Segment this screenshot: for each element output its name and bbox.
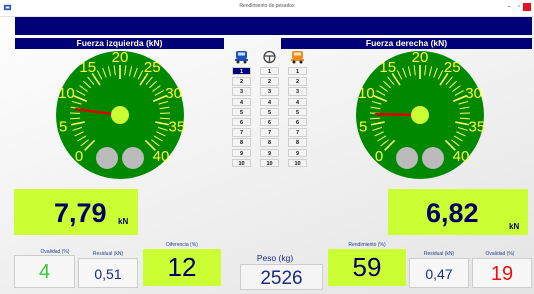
axle-cell-r6-c1[interactable]: 6	[232, 118, 251, 127]
gauge-tick-label: 10	[58, 85, 75, 102]
axle-cell-r2-c3[interactable]: 2	[288, 77, 307, 86]
axle-cell-r4-c2[interactable]: 4	[260, 97, 279, 106]
gauge-tick-label: 35	[169, 118, 185, 135]
axle-cell-r1-c3[interactable]: 1	[288, 67, 307, 76]
axle-cell-r5-c1[interactable]: 5	[232, 107, 251, 117]
gauge-tick-label: 40	[453, 148, 470, 165]
gauge-lamp-left	[396, 147, 418, 169]
vehicle-icons	[232, 48, 308, 66]
blue-truck-icon[interactable]	[234, 50, 249, 64]
axle-cell-r4-c3[interactable]: 4	[288, 97, 307, 106]
axle-cell-r10-c1[interactable]: 10	[232, 158, 251, 168]
efficiency-label: Rendimiento (%)	[348, 242, 386, 248]
right-ovality-value: 19	[490, 263, 514, 285]
difference-box: 12	[143, 249, 221, 286]
weight-box: 2526	[240, 264, 323, 290]
minimize-button[interactable]: –	[508, 3, 511, 12]
left-force-value: 7,79	[54, 198, 107, 228]
difference-label: Diferencia (%)	[166, 242, 198, 248]
axle-cell-r1-c1[interactable]: 1	[232, 67, 251, 76]
axle-cell-r8-c2[interactable]: 8	[260, 138, 279, 147]
difference-value: 12	[167, 252, 197, 282]
axle-cell-r9-c2[interactable]: 9	[260, 148, 279, 157]
right-force-unit: kN	[509, 222, 520, 231]
gauge-tick-label: 25	[444, 59, 461, 76]
axle-cell-r8-c3[interactable]: 8	[288, 138, 307, 147]
left-residual-value: 0,51	[94, 266, 122, 282]
axle-cell-r3-c3[interactable]: 3	[288, 87, 307, 96]
right-ovality-label: Ovalidad (%)	[485, 251, 515, 257]
title-bar: Rendimiento de pesados – ▫	[0, 0, 534, 17]
gauge-tick-label: 15	[79, 59, 96, 76]
axle-cell-r9-c3[interactable]: 9	[288, 148, 307, 157]
left-residual-box: 0,51	[78, 258, 138, 288]
gauge-tick-label: 15	[379, 59, 396, 76]
right-force-header: Fuerza derecha (kN)	[281, 38, 532, 49]
gauge-tick-label: 0	[75, 148, 83, 165]
axle-cell-r4-c1[interactable]: 4	[232, 97, 251, 106]
axle-cell-r9-c1[interactable]: 9	[232, 148, 251, 157]
axle-cell-r7-c2[interactable]: 7	[260, 128, 279, 137]
gauge-tick-label: 30	[165, 85, 182, 102]
right-residual-value: 0,47	[425, 266, 453, 282]
axle-cell-r1-c2[interactable]: 1	[260, 67, 279, 76]
axle-cell-r3-c2[interactable]: 3	[260, 87, 279, 96]
left-ovality-box: 4	[14, 255, 75, 288]
gauge-lamp-right	[122, 147, 144, 169]
gauge-tick-label: 35	[469, 118, 485, 135]
top-banner	[15, 17, 532, 35]
gauge-hub	[111, 106, 129, 124]
right-residual-box: 0,47	[409, 258, 469, 288]
axle-cell-r2-c1[interactable]: 2	[232, 77, 251, 86]
left-force-readout: 7,79 kN	[14, 189, 138, 235]
axle-cell-r5-c2[interactable]: 5	[260, 107, 279, 117]
left-force-gauge: 05 1015 20 2530 35 40	[56, 50, 185, 179]
axle-cell-r7-c1[interactable]: 7	[232, 128, 251, 137]
axle-cell-r10-c3[interactable]: 10	[288, 158, 307, 168]
gauge-lamp-left	[96, 147, 118, 169]
axle-cell-r10-c2[interactable]: 10	[260, 158, 279, 168]
steering-icon[interactable]	[262, 50, 277, 64]
gauge-lamp-right	[422, 147, 444, 169]
axle-cell-r8-c1[interactable]: 8	[232, 138, 251, 147]
gauge-tick-label: 20	[112, 50, 129, 66]
close-button[interactable]	[523, 3, 531, 11]
gauge-tick-label: 30	[465, 85, 482, 102]
gauge-tick-label: 40	[153, 148, 170, 165]
gauge-tick-label: 10	[358, 85, 375, 102]
left-ovality-value: 4	[38, 261, 51, 283]
axle-cell-r3-c1[interactable]: 3	[232, 87, 251, 96]
gauge-tick-label: 0	[375, 148, 383, 165]
maximize-button[interactable]: ▫	[518, 3, 520, 12]
left-residual-label: Residual (kN)	[92, 251, 124, 257]
left-force-unit: kN	[118, 217, 129, 226]
axle-cell-r6-c2[interactable]: 6	[260, 118, 279, 127]
axle-cell-r5-c3[interactable]: 5	[288, 107, 307, 117]
efficiency-box: 59	[328, 249, 406, 286]
axle-cell-r7-c3[interactable]: 7	[288, 128, 307, 137]
axle-cell-r2-c2[interactable]: 2	[260, 77, 279, 86]
orange-truck-icon[interactable]	[290, 50, 305, 64]
right-residual-label: Residual (kN)	[423, 251, 455, 257]
gauge-tick-label: 20	[412, 50, 429, 66]
right-force-value: 6,82	[426, 198, 479, 228]
right-ovality-box: 19	[472, 258, 532, 288]
axle-cell-r6-c3[interactable]: 6	[288, 118, 307, 127]
window-title: Rendimiento de pesados	[239, 3, 295, 9]
gauge-tick-label: 5	[359, 118, 367, 135]
left-force-header: Fuerza izquierda (kN)	[15, 38, 224, 49]
weight-label: Peso (kg)	[256, 253, 294, 263]
gauge-tick-label: 5	[59, 118, 67, 135]
right-force-gauge: 05 1015 20 2530 35 40	[356, 50, 485, 179]
gauge-hub	[411, 106, 429, 124]
right-force-readout: 6,82 kN	[388, 189, 528, 235]
weight-value: 2526	[260, 268, 303, 289]
efficiency-value: 59	[352, 252, 382, 282]
gauge-tick-label: 25	[144, 59, 161, 76]
